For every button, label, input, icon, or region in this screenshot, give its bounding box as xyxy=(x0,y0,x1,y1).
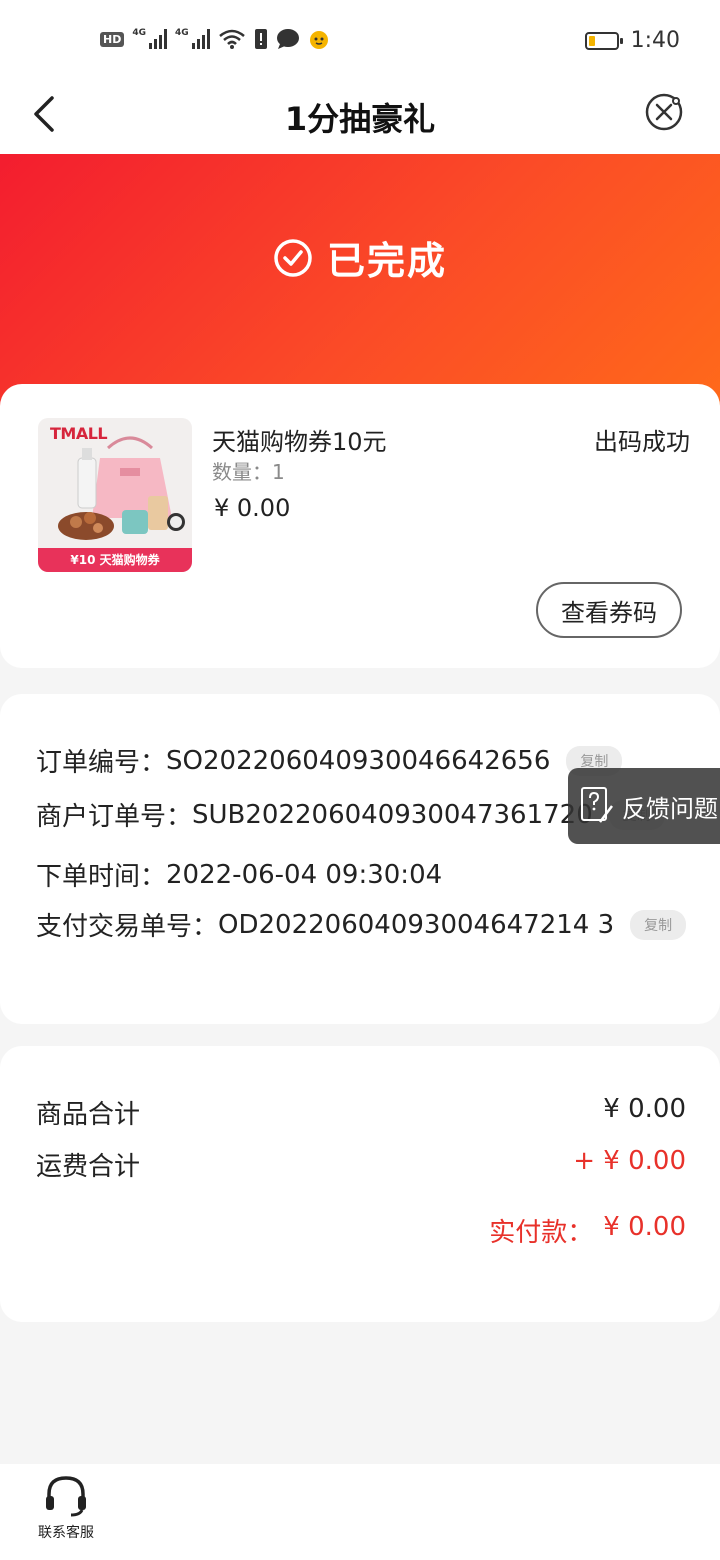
copy-payment-no-button[interactable]: 复制 xyxy=(630,909,687,940)
tiger-app-icon xyxy=(309,31,328,49)
view-code-button[interactable]: 查看券码 xyxy=(536,582,682,638)
signal-icon: 4G xyxy=(132,29,167,49)
order-time-row: 下单时间： 2022-06-04 09:30:04 xyxy=(36,856,442,893)
battery-icon xyxy=(584,31,623,50)
order-number-row: 订单编号： SO20220604093004664265‌6 复制 xyxy=(36,742,623,779)
merchant-order-value: SUB202206040930047361720 xyxy=(192,799,593,830)
status-banner: 已完成 xyxy=(0,154,720,414)
customer-service-label: 联系客服 xyxy=(38,1525,94,1541)
feedback-floating-button[interactable]: 反馈问题 xyxy=(568,768,720,844)
status-bar: HD 4G 4G 1:40 xyxy=(0,0,720,76)
product-name: 天猫购物券10元 xyxy=(212,428,387,456)
shipping-total-label: 运费合计 xyxy=(36,1152,141,1182)
totals-card: 商品合计 ¥ 0.00 运费合计 + ¥ 0.00 实付款： ¥ 0.00 xyxy=(0,1046,720,1322)
check-circle-icon xyxy=(274,238,312,277)
product-card: TMALL ¥10 天猫购物券 天猫购物券10元 数量：1 ¥ 0.00 出码成… xyxy=(0,384,720,668)
payment-no-row: 支付交易单号： OD20220604093004647214 3 复制 xyxy=(36,906,687,943)
order-number-value: SO20220604093004664265‌6 xyxy=(166,745,551,776)
headset-icon xyxy=(46,1476,86,1517)
status-icons-left: HD 4G 4G xyxy=(100,28,330,50)
customer-service-button[interactable]: 联系客服 xyxy=(30,1474,102,1542)
page-title: 1分抽豪礼 xyxy=(284,100,436,138)
paid-total-value: ¥ 0.00 xyxy=(603,1212,686,1242)
shipping-total-value: + ¥ 0.00 xyxy=(573,1146,686,1176)
coupon-strip: ¥10 天猫购物券 xyxy=(38,548,192,572)
clock: 1:40 xyxy=(630,28,680,53)
shipping-total-row: 运费合计 + ¥ 0.00 xyxy=(36,1146,686,1183)
wifi-icon xyxy=(218,29,245,49)
paid-total-row: 实付款： ¥ 0.00 xyxy=(36,1212,686,1249)
payment-no-value: OD20220604093004647214 3 xyxy=(218,909,615,940)
order-number-label: 订单编号： xyxy=(36,748,167,778)
order-info-card: 订单编号： SO20220604093004664265‌6 复制 商户订单号：… xyxy=(0,694,720,1024)
feedback-icon xyxy=(581,787,613,823)
quantity-label: 数量： xyxy=(212,460,272,484)
order-status: 已完成 xyxy=(0,230,720,285)
merchant-order-label: 商户订单号： xyxy=(36,802,193,832)
product-quantity: 数量：1 xyxy=(212,456,285,485)
code-status: 出码成功 xyxy=(594,428,690,456)
status-text: 已完成 xyxy=(326,239,447,283)
product-image: TMALL ¥10 天猫购物券 xyxy=(38,418,192,572)
payment-no-label: 支付交易单号： xyxy=(36,912,219,942)
nav-bar: 1分抽豪礼 xyxy=(0,76,720,154)
paid-total-label: 实付款： xyxy=(489,1218,594,1248)
hd-badge: HD xyxy=(100,31,125,47)
message-icon xyxy=(276,29,299,49)
close-icon[interactable] xyxy=(644,92,684,132)
product-price: ¥ 0.00 xyxy=(214,494,291,522)
order-time-label: 下单时间： xyxy=(36,862,167,892)
feedback-label: 反馈问题 xyxy=(622,794,718,823)
alert-icon xyxy=(254,29,267,49)
goods-total-row: 商品合计 ¥ 0.00 xyxy=(36,1094,686,1131)
signal-icon-2: 4G xyxy=(175,29,210,49)
quantity-value: 1 xyxy=(272,460,285,484)
order-time-value: 2022-06-04 09:30:04 xyxy=(166,859,443,890)
goods-total-label: 商品合计 xyxy=(36,1100,141,1130)
goods-total-value: ¥ 0.00 xyxy=(603,1094,686,1124)
bottom-bar: 联系客服 xyxy=(0,1464,720,1560)
status-icons-right: 1:40 xyxy=(584,28,680,53)
